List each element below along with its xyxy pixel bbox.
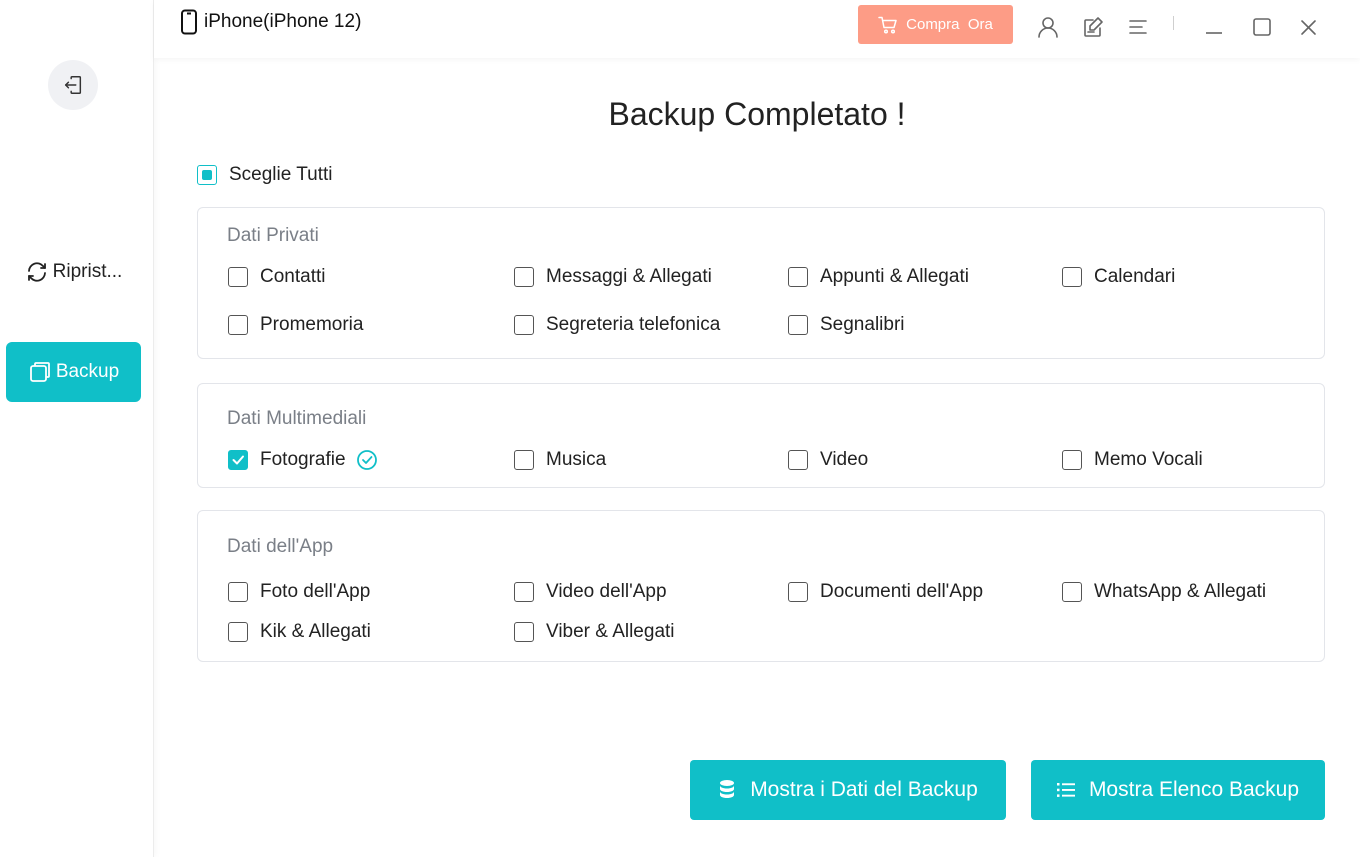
view-backup-data-button[interactable]: Mostra i Dati del Backup	[690, 760, 1006, 820]
option-notes[interactable]: Appunti & Allegati	[788, 266, 969, 288]
option-messages[interactable]: Messaggi & Allegati	[514, 266, 712, 288]
checkbox[interactable]	[788, 267, 808, 287]
option-kik[interactable]: Kik & Allegati	[228, 621, 371, 643]
menu-button[interactable]	[1125, 14, 1151, 40]
backup-icon	[29, 362, 50, 382]
sidebar-item-restore[interactable]: Riprist...	[6, 242, 141, 302]
option-label: Segnalibri	[820, 314, 905, 335]
checkbox[interactable]	[228, 315, 248, 335]
cart-icon	[878, 16, 897, 34]
close-icon	[1301, 20, 1316, 35]
checkbox[interactable]	[788, 582, 808, 602]
option-label: Fotografie	[260, 449, 346, 470]
checkbox[interactable]	[514, 582, 534, 602]
checkbox[interactable]	[1062, 267, 1082, 287]
option-voicemail[interactable]: Segreteria telefonica	[514, 314, 720, 336]
section-title: Dati Multimediali	[227, 408, 367, 429]
view-backup-list-button[interactable]: Mostra Elenco Backup	[1031, 760, 1325, 820]
checkbox[interactable]	[228, 622, 248, 642]
sidebar-item-label: Riprist...	[52, 261, 123, 282]
option-label: Documenti dell'App	[820, 581, 984, 602]
option-label: Viber & Allegati	[546, 621, 675, 642]
option-reminders[interactable]: Promemoria	[228, 314, 363, 336]
option-calendars[interactable]: Calendari	[1062, 266, 1175, 288]
option-contacts[interactable]: Contatti	[228, 266, 325, 288]
option-app-videos[interactable]: Video dell'App	[514, 581, 667, 603]
option-photos[interactable]: Fotografie	[228, 449, 378, 471]
option-label: WhatsApp & Allegati	[1094, 581, 1267, 602]
exit-button[interactable]	[48, 60, 98, 110]
restore-icon	[27, 262, 46, 282]
option-music[interactable]: Musica	[514, 449, 606, 471]
option-label: Memo Vocali	[1094, 449, 1203, 470]
option-label: Messaggi & Allegati	[546, 266, 712, 287]
section-private-data: Dati Privati Contatti Messaggi & Allegat…	[197, 207, 1325, 359]
select-all-label: Sceglie Tutti	[229, 164, 333, 185]
option-label: Contatti	[260, 266, 326, 287]
option-label: Video dell'App	[546, 581, 667, 602]
option-whatsapp[interactable]: WhatsApp & Allegati	[1062, 581, 1266, 603]
option-viber[interactable]: Viber & Allegati	[514, 621, 675, 643]
phone-icon	[181, 9, 197, 35]
option-label: Calendari	[1094, 266, 1176, 287]
option-video[interactable]: Video	[788, 449, 868, 471]
button-label: Mostra i Dati del Backup	[750, 778, 978, 801]
sidebar: Riprist... Backup	[0, 0, 154, 857]
minimize-icon	[1206, 32, 1222, 34]
database-icon	[720, 780, 735, 798]
option-label: Video	[820, 449, 869, 470]
maximize-icon	[1253, 18, 1271, 36]
completed-check-icon	[356, 450, 377, 470]
option-label: Foto dell'App	[260, 581, 371, 602]
checkbox[interactable]	[514, 450, 534, 470]
user-icon	[1038, 17, 1058, 38]
checkbox[interactable]	[228, 450, 248, 470]
section-app-data: Dati dell'App Foto dell'App Video dell'A…	[197, 510, 1325, 662]
section-title: Dati dell'App	[227, 536, 334, 557]
section-media-data: Dati Multimediali Fotografie Musica Vide…	[197, 383, 1325, 488]
device-name: iPhone(iPhone 12)	[204, 11, 362, 32]
buy-now-button[interactable]: Compra Ora	[858, 5, 1013, 44]
sidebar-item-backup[interactable]: Backup	[6, 342, 141, 402]
button-label: Mostra Elenco Backup	[1088, 778, 1300, 801]
option-label: Kik & Allegati	[260, 621, 371, 642]
option-bookmarks[interactable]: Segnalibri	[788, 314, 905, 336]
option-label: Segreteria telefonica	[546, 314, 721, 335]
device-info: iPhone(iPhone 12)	[180, 9, 361, 35]
checkbox[interactable]	[514, 267, 534, 287]
select-all-box[interactable]	[197, 165, 217, 185]
option-app-documents[interactable]: Documenti dell'App	[788, 581, 983, 603]
option-label: Promemoria	[260, 314, 364, 335]
select-all-checkbox[interactable]: Sceglie Tutti	[197, 164, 333, 186]
option-label: Appunti & Allegati	[820, 266, 969, 287]
feedback-button[interactable]	[1081, 14, 1107, 40]
maximize-button[interactable]	[1249, 14, 1275, 40]
checkbox[interactable]	[514, 622, 534, 642]
checkmark-icon	[232, 455, 244, 465]
list-icon	[1056, 783, 1075, 797]
checkbox[interactable]	[228, 267, 248, 287]
account-button[interactable]	[1035, 14, 1061, 40]
option-app-photos[interactable]: Foto dell'App	[228, 581, 370, 603]
sidebar-item-label: Backup	[55, 361, 120, 382]
option-voice-memos[interactable]: Memo Vocali	[1062, 449, 1203, 471]
page-title: Backup Completato !	[608, 96, 906, 132]
checkbox[interactable]	[1062, 450, 1082, 470]
edit-icon	[1084, 17, 1103, 37]
title-bar: iPhone(iPhone 12) Compra Ora	[154, 0, 1360, 58]
section-title: Dati Privati	[227, 225, 319, 246]
checkbox[interactable]	[788, 315, 808, 335]
minimize-button[interactable]	[1201, 14, 1227, 40]
checkbox[interactable]	[228, 582, 248, 602]
checkbox[interactable]	[514, 315, 534, 335]
exit-icon	[64, 76, 82, 94]
checkbox[interactable]	[788, 450, 808, 470]
titlebar-divider	[1173, 16, 1174, 30]
close-button[interactable]	[1296, 14, 1322, 40]
option-label: Musica	[546, 449, 607, 470]
buy-now-label: Compra Ora	[906, 16, 993, 33]
checkbox[interactable]	[1062, 582, 1082, 602]
menu-icon	[1129, 20, 1147, 34]
